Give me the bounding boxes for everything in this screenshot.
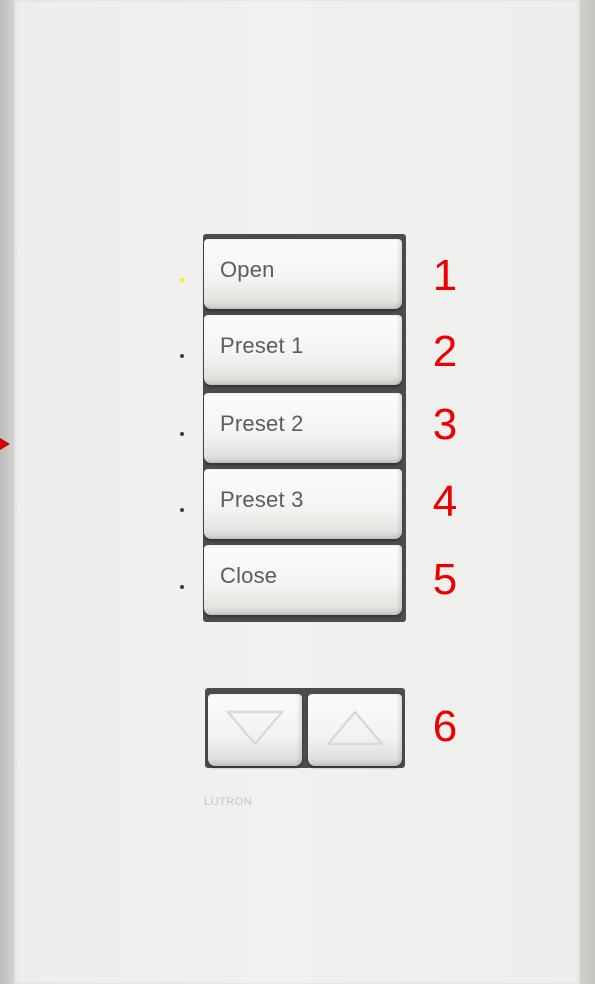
red-arrow-icon [0,438,10,450]
preset-2-button[interactable]: Preset 2 [204,393,402,463]
callout-number-1: 1 [432,251,458,300]
callout-number-3: 3 [432,400,458,449]
led-indicator-preset-2 [180,432,184,436]
led-indicator-preset-3 [180,508,184,512]
lower-button[interactable] [208,694,302,766]
wall-left [0,0,14,984]
open-button[interactable]: Open [204,239,402,309]
led-indicator-close [180,585,184,589]
preset-3-button[interactable]: Preset 3 [204,469,402,539]
brand-logo: LUTRON [204,796,253,808]
raise-button[interactable] [308,694,402,766]
open-button-label: Open [220,257,275,282]
callout-number-4: 4 [432,477,458,526]
close-button-label: Close [220,563,278,588]
triangle-down-icon [224,710,286,747]
triangle-up-icon [324,709,386,746]
preset-3-button-label: Preset 3 [220,487,304,512]
preset-2-button-label: Preset 2 [220,411,304,436]
callout-number-6: 6 [432,702,458,751]
callout-number-2: 2 [432,327,458,376]
preset-1-button[interactable]: Preset 1 [204,315,402,385]
led-indicator-open [180,278,184,282]
preset-1-button-label: Preset 1 [220,333,304,358]
close-button[interactable]: Close [204,545,402,615]
led-indicator-preset-1 [180,354,184,358]
wall-right [580,0,595,984]
callout-number-5: 5 [432,555,458,604]
